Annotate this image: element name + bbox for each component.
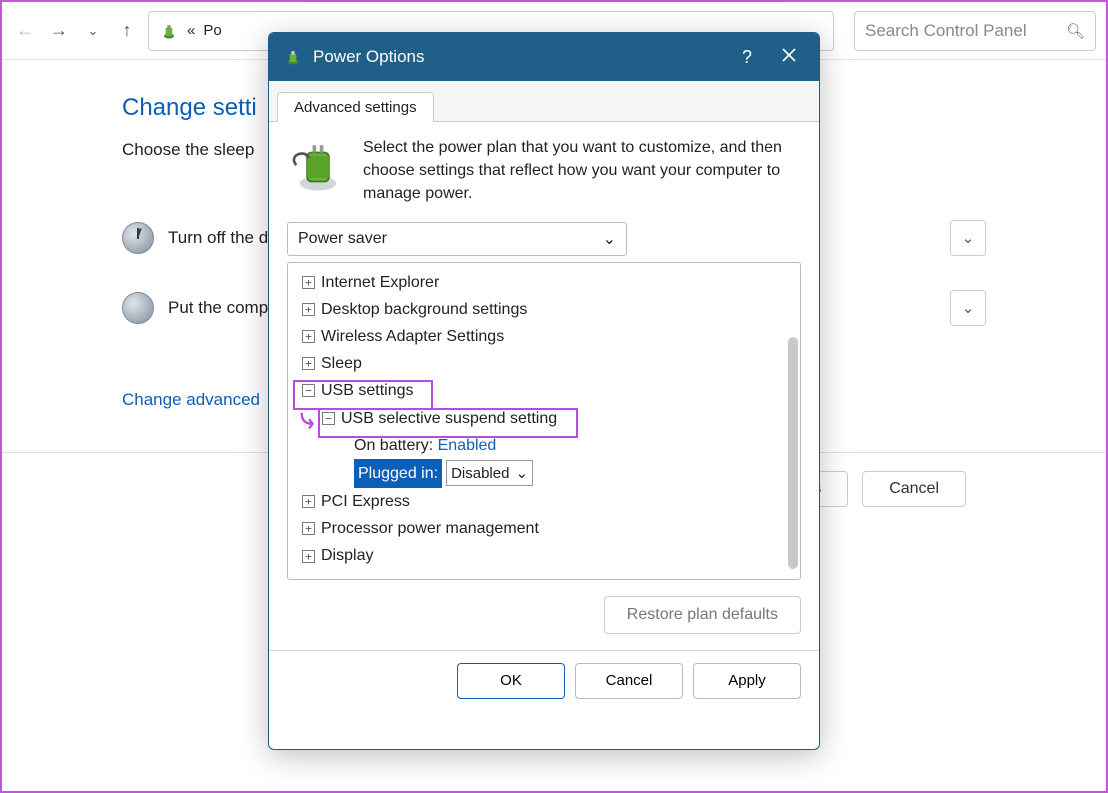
intro-block: Select the power plan that you want to c… [287,136,801,206]
collapse-icon[interactable]: − [302,384,315,397]
tree-item-usb-selective-suspend[interactable]: −USB selective suspend setting [292,405,800,432]
close-icon [781,47,797,63]
setting-on-battery[interactable]: On battery: Enabled [292,432,800,459]
chevron-down-icon: ⌄ [962,229,975,247]
expand-icon[interactable]: + [302,522,315,535]
tree-item-wireless-adapter[interactable]: +Wireless Adapter Settings [292,323,800,350]
tab-advanced-settings[interactable]: Advanced settings [277,92,434,122]
search-icon: 🔍︎ [1066,22,1085,40]
dialog-buttons: OK Cancel Apply [287,663,801,699]
cancel-button[interactable]: Cancel [575,663,683,699]
restore-defaults-button[interactable]: Restore plan defaults [604,596,801,634]
setting-plugged-in[interactable]: Plugged in: Disabled ⌄ [292,459,800,488]
settings-tree: +Internet Explorer +Desktop background s… [287,262,801,580]
tree-item-internet-explorer[interactable]: +Internet Explorer [292,269,800,296]
dialog-title: Power Options [313,47,721,67]
breadcrumb-item[interactable]: Po [203,22,221,39]
scrollbar-thumb[interactable] [788,337,798,569]
breadcrumb-prefix: « [187,22,195,39]
tab-strip: Advanced settings [269,81,819,122]
display-timer-icon [122,222,154,254]
expand-icon[interactable]: + [302,357,315,370]
chevron-down-icon: ⌄ [515,461,528,487]
expand-icon[interactable]: + [302,550,315,563]
sleep-time-dropdown[interactable]: ⌄ [950,290,986,326]
tree-item-usb-settings[interactable]: −USB settings [292,377,800,404]
chevron-down-icon: ⌄ [603,229,616,249]
power-options-dialog: Power Options ? Advanced settings Select… [268,32,820,750]
advanced-settings-link[interactable]: Change advanced [122,390,260,410]
chevron-down-icon: ⌄ [962,299,975,317]
dialog-icon [283,47,303,67]
expand-icon[interactable]: + [302,495,315,508]
expand-icon[interactable]: + [302,303,315,316]
nav-recent-dropdown[interactable]: ⌄ [80,18,106,44]
nav-up-button[interactable]: ↑ [114,18,140,44]
tree-item-display[interactable]: +Display [292,542,800,569]
plugged-in-label: Plugged in: [354,459,442,488]
intro-text: Select the power plan that you want to c… [363,136,801,206]
help-button[interactable]: ? [731,47,763,68]
tree-item-desktop-background[interactable]: +Desktop background settings [292,296,800,323]
search-placeholder: Search Control Panel [865,21,1027,41]
nav-back-button[interactable]: ← [12,18,38,44]
power-plan-icon [159,21,179,41]
expand-icon[interactable]: + [302,276,315,289]
close-button[interactable] [773,47,805,68]
sleep-icon [122,292,154,324]
tree-item-sleep[interactable]: +Sleep [292,350,800,377]
collapse-icon[interactable]: − [322,412,335,425]
display-time-dropdown[interactable]: ⌄ [950,220,986,256]
dialog-titlebar[interactable]: Power Options ? [269,33,819,81]
ok-button[interactable]: OK [457,663,565,699]
dialog-content: Select the power plan that you want to c… [269,122,819,749]
power-plan-value: Power saver [298,230,387,248]
tree-item-pci-express[interactable]: +PCI Express [292,488,800,515]
cancel-button[interactable]: Cancel [862,471,966,507]
plugged-in-dropdown[interactable]: Disabled ⌄ [446,460,533,486]
expand-icon[interactable]: + [302,330,315,343]
tree-item-processor-power[interactable]: +Processor power management [292,515,800,542]
apply-button[interactable]: Apply [693,663,801,699]
search-input[interactable]: Search Control Panel 🔍︎ [854,11,1096,51]
nav-forward-button[interactable]: → [46,18,72,44]
power-plan-large-icon [287,136,349,198]
power-plan-select[interactable]: Power saver ⌄ [287,222,627,256]
on-battery-value[interactable]: Enabled [438,437,497,454]
divider [269,650,819,651]
